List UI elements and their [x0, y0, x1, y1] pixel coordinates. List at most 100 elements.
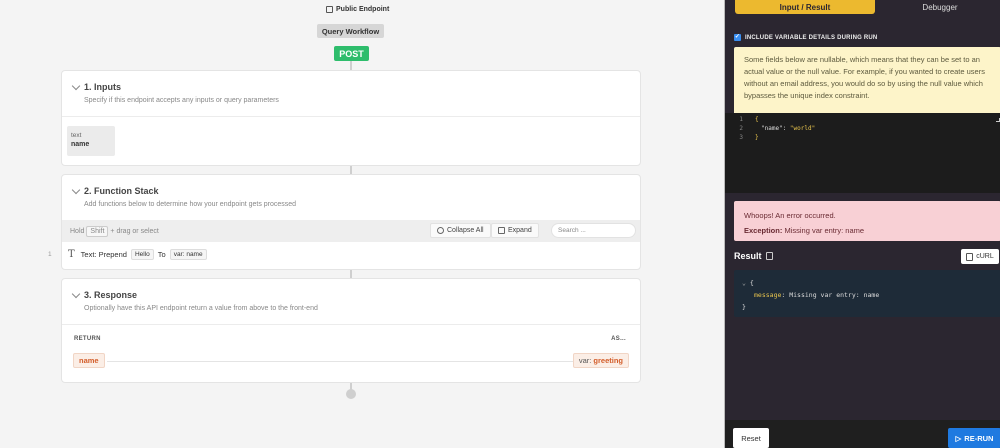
result-header: Result	[734, 251, 773, 261]
reset-button[interactable]: Reset	[733, 428, 769, 448]
function-row[interactable]: T Text: Prepend Hello To var: name	[62, 244, 640, 264]
error-title: Whoops! An error occurred.	[744, 211, 836, 220]
response-header[interactable]: 3. Response	[71, 289, 138, 300]
function-stack-subtitle: Add functions below to determine how you…	[84, 201, 297, 208]
function-stack-card: 2. Function Stack Add functions below to…	[61, 174, 641, 270]
result-label: Result	[734, 251, 762, 261]
rerun-label: RE-RUN	[964, 433, 994, 443]
inputs-title: 1. Inputs	[84, 82, 122, 92]
shift-key: Shift	[86, 226, 109, 237]
function-to-label: To	[157, 249, 166, 259]
editor-key: "name"	[761, 125, 783, 132]
editor-line: 3 }	[725, 134, 759, 141]
collapse-all-button[interactable]: Collapse All	[430, 223, 491, 238]
inputs-header[interactable]: 1. Inputs	[71, 81, 122, 92]
divider	[62, 116, 640, 117]
connector-line	[350, 166, 352, 174]
result-line: ⌄ {	[742, 277, 993, 289]
as-prefix: var:	[578, 356, 592, 365]
input-type: text	[71, 132, 82, 139]
as-label: AS...	[611, 336, 626, 342]
return-label: RETURN	[74, 336, 101, 342]
editor-brace: {	[755, 116, 759, 123]
tab-debugger[interactable]: Debugger	[880, 0, 1000, 14]
include-variables-toggle[interactable]: ✓ INCLUDE VARIABLE DETAILS DURING RUN	[734, 34, 877, 41]
result-value: : Missing var entry: name	[781, 291, 880, 299]
inputs-subtitle: Specify if this endpoint accepts any inp…	[84, 97, 279, 104]
return-connector	[107, 361, 573, 362]
function-stack-toolbar: Hold Shift + drag or select Collapse All…	[62, 220, 640, 242]
function-line-number: 1	[48, 251, 52, 258]
function-label: Text: Prepend	[80, 249, 127, 259]
expand-label: Expand	[508, 227, 532, 234]
chevron-down-icon[interactable]: ⌄	[742, 279, 750, 287]
input-name: name	[71, 141, 90, 148]
workflow-canvas: Public Endpoint Query Workflow POST 1. I…	[0, 0, 724, 448]
text-function-icon: T	[68, 248, 75, 260]
function-stack-title: 2. Function Stack	[84, 186, 159, 196]
error-message: Missing var entry: name	[784, 226, 865, 235]
as-value-chip[interactable]: var: greeting	[572, 353, 629, 368]
query-workflow-pill[interactable]: Query Workflow	[317, 24, 384, 38]
function-search-input[interactable]: Search ...	[551, 223, 636, 238]
public-endpoint-label: Public Endpoint	[336, 6, 390, 13]
external-link-icon	[326, 6, 333, 13]
curl-label: cURL	[976, 253, 994, 260]
drag-hint: Hold Shift + drag or select	[70, 226, 159, 237]
response-title: 3. Response	[84, 290, 138, 300]
checkbox-checked-icon[interactable]: ✓	[734, 34, 741, 41]
hold-label: Hold	[70, 228, 85, 235]
inputs-card: 1. Inputs Specify if this endpoint accep…	[61, 70, 641, 166]
copy-icon[interactable]	[765, 252, 773, 260]
collapse-all-label: Collapse All	[447, 227, 484, 234]
result-close-brace: }	[742, 303, 746, 311]
editor-line-number: 3	[739, 134, 743, 141]
play-icon: ▷	[955, 433, 962, 443]
end-node[interactable]	[346, 389, 356, 399]
expand-button[interactable]: Expand	[491, 223, 539, 238]
error-box: Whoops! An error occurred. Exception: Mi…	[734, 201, 1000, 241]
result-output: ⌄ { message: Missing var entry: name }	[734, 270, 1000, 317]
editor-line-number: 2	[739, 125, 743, 132]
drag-hint-text: + drag or select	[110, 228, 159, 235]
response-subtitle: Optionally have this API endpoint return…	[84, 305, 318, 312]
run-panel: Input / Result Debugger ✓ INCLUDE VARIAB…	[724, 0, 1000, 448]
as-value: greeting	[593, 356, 623, 365]
function-value-tag[interactable]: Hello	[130, 248, 154, 260]
json-input-editor[interactable]: 1 { 2 "name": "world" 3 }	[725, 113, 1000, 193]
divider	[62, 324, 640, 325]
include-variables-label: INCLUDE VARIABLE DETAILS DURING RUN	[745, 34, 878, 41]
editor-line-number: 1	[739, 116, 743, 123]
editor-content: "name": "world"	[755, 125, 815, 132]
nullable-info-box: Some fields below are nullable, which me…	[734, 47, 1000, 119]
copy-icon	[966, 252, 974, 261]
return-value-chip[interactable]: name	[73, 353, 105, 368]
function-var-tag[interactable]: var: name	[169, 248, 207, 260]
expand-icon	[498, 227, 505, 234]
connector-line	[350, 61, 352, 70]
editor-line: 2 "name": "world"	[725, 125, 815, 132]
result-open-brace: {	[749, 279, 754, 287]
resize-handle-icon[interactable]	[996, 118, 1000, 122]
input-chip-name[interactable]: text name	[67, 126, 115, 156]
method-badge: POST	[334, 46, 369, 61]
editor-brace: }	[755, 134, 759, 141]
editor-sep: :	[782, 125, 790, 132]
function-stack-header[interactable]: 2. Function Stack	[71, 185, 159, 196]
connector-line	[350, 270, 352, 278]
tab-input-result[interactable]: Input / Result	[735, 0, 875, 14]
public-endpoint-link[interactable]: Public Endpoint	[326, 6, 389, 13]
chevron-down-icon	[71, 185, 81, 194]
editor-string: "world"	[789, 125, 816, 132]
error-label: Exception:	[744, 226, 783, 235]
chevron-down-icon	[71, 289, 81, 298]
editor-line: 1 {	[725, 116, 759, 123]
curl-button[interactable]: cURL	[961, 249, 999, 264]
collapse-icon	[437, 227, 444, 234]
rerun-button[interactable]: ▷ RE-RUN	[948, 428, 1000, 448]
chevron-down-icon	[71, 81, 81, 90]
response-card: 3. Response Optionally have this API end…	[61, 278, 641, 383]
error-detail: Exception: Missing var entry: name	[744, 223, 991, 238]
result-line: message: Missing var entry: name	[742, 289, 993, 301]
result-key: message	[754, 291, 782, 299]
